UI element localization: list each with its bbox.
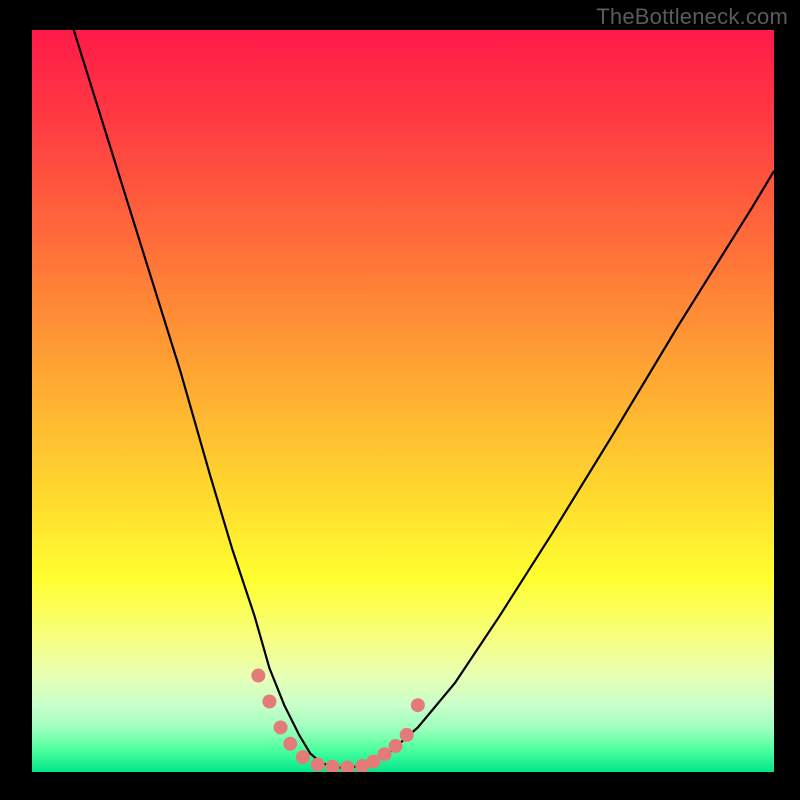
- curve-marker: [411, 698, 425, 712]
- curve-marker: [311, 758, 325, 772]
- plot-area: [32, 30, 774, 772]
- chart-svg: [32, 30, 774, 772]
- bottleneck-curve: [32, 30, 774, 768]
- curve-marker: [340, 761, 354, 772]
- watermark-label: TheBottleneck.com: [596, 4, 788, 30]
- curve-marker: [251, 669, 265, 683]
- chart-frame: TheBottleneck.com: [0, 0, 800, 800]
- curve-marker: [262, 695, 276, 709]
- curve-marker: [389, 739, 403, 753]
- curve-marker: [400, 728, 414, 742]
- curve-marker: [326, 760, 340, 772]
- curve-marker: [283, 737, 297, 751]
- curve-markers: [251, 669, 425, 772]
- curve-marker: [274, 720, 288, 734]
- curve-marker: [296, 750, 310, 764]
- curve-marker: [377, 747, 391, 761]
